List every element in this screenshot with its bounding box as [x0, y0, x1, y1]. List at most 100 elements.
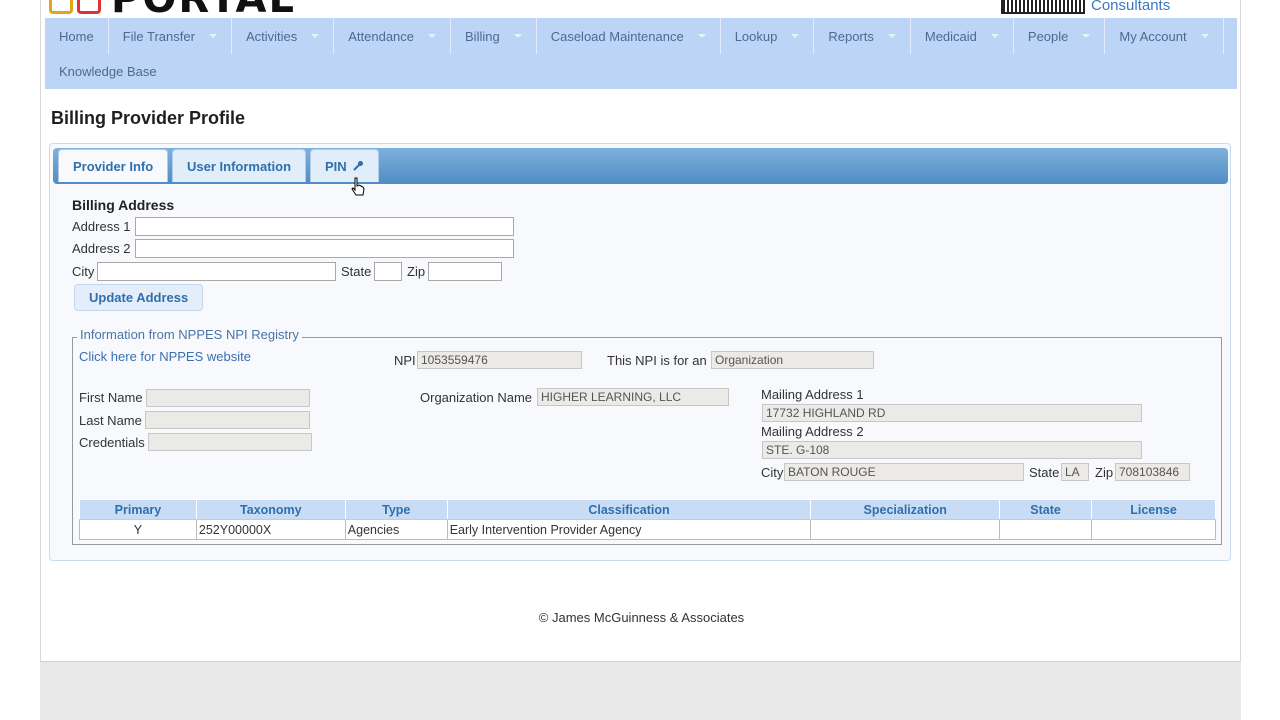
billing-address-heading: Billing Address [72, 197, 175, 213]
mailing-address1-label: Mailing Address 1 [761, 387, 864, 402]
table-header-row: Primary Taxonomy Type Classification Spe… [79, 499, 1216, 520]
first-name-field [146, 389, 310, 407]
column-header[interactable]: Primary [79, 499, 197, 520]
header: PORTAL Consultants [41, 0, 1242, 18]
nppes-legend: Information from NPPES NPI Registry [77, 327, 302, 342]
consultants-logo: Consultants [1001, 0, 1170, 14]
nav-item-label: Caseload Maintenance [550, 28, 684, 44]
last-name-field [145, 411, 310, 429]
hand-cursor-icon [351, 177, 365, 196]
nppes-website-link[interactable]: Click here for NPPES website [79, 349, 251, 364]
table-cell [999, 519, 1093, 540]
portal-logo[interactable]: PORTAL [49, 0, 296, 18]
city-input[interactable] [97, 262, 336, 281]
column-header[interactable]: Specialization [810, 499, 1001, 520]
mailing-city-field: BATON ROUGE [784, 463, 1024, 481]
nav-item-label: Activities [245, 28, 298, 44]
tab-user-information[interactable]: User Information [172, 149, 307, 182]
logo-text: PORTAL [111, 0, 296, 18]
caret-down-icon [513, 34, 522, 38]
nav-item-reports[interactable]: Reports [814, 18, 911, 54]
column-header[interactable]: Classification [446, 499, 812, 520]
table-cell: Y [79, 519, 197, 540]
mailing-zip-label: Zip [1095, 465, 1114, 480]
mailing-state-field: LA [1061, 463, 1089, 481]
tab-pin[interactable]: PIN [310, 149, 379, 182]
nav-item-label: Home [59, 28, 94, 44]
caret-down-icon [428, 34, 437, 38]
org-name-field: HIGHER LEARNING, LLC [537, 388, 729, 406]
mailing-zip-field: 708103846 [1115, 463, 1190, 481]
caret-down-icon [887, 34, 896, 38]
nav-item-label: Lookup [734, 28, 778, 44]
nav-item-file-transfer[interactable]: File Transfer [109, 18, 232, 54]
column-header[interactable]: Taxonomy [195, 499, 346, 520]
footer-copyright: © James McGuinness & Associates [538, 610, 745, 625]
nav-item-activities[interactable]: Activities [232, 18, 335, 54]
nav-item-label: My Account [1119, 28, 1187, 44]
tab-provider-info[interactable]: Provider Info [58, 149, 169, 182]
nav-item-lookup[interactable]: Lookup [721, 18, 815, 54]
mailing-address2-label: Mailing Address 2 [761, 424, 864, 439]
first-name-label: First Name [79, 390, 143, 405]
address1-label: Address 1 [72, 219, 131, 234]
nav-item-knowledge-base[interactable]: Knowledge Base [45, 54, 1237, 89]
mailing-address1-field: 17732 HIGHLAND RD [762, 404, 1142, 422]
column-header[interactable]: State [999, 499, 1093, 520]
nav-item-caseload-maintenance[interactable]: Caseload Maintenance [537, 18, 721, 54]
table-cell [810, 519, 1001, 540]
table-cell: 252Y00000X [195, 519, 346, 540]
nav-item-billing[interactable]: Billing [451, 18, 537, 54]
credentials-field [148, 433, 312, 451]
city-label: City [72, 264, 95, 279]
taxonomy-table: Primary Taxonomy Type Classification Spe… [79, 499, 1216, 540]
state-input[interactable] [374, 262, 402, 281]
caret-down-icon [791, 34, 800, 38]
address2-label: Address 2 [72, 241, 131, 256]
nav-item-home[interactable]: Home [45, 18, 109, 54]
address2-input[interactable] [135, 239, 514, 258]
mailing-state-label: State [1029, 465, 1060, 480]
nav-item-label: People [1027, 28, 1069, 44]
table-cell: Agencies [344, 519, 448, 540]
page-container: PORTAL Consultants Home File Transfer Ac… [40, 0, 1241, 662]
columns-icon [1001, 0, 1085, 14]
caret-down-icon [1200, 34, 1209, 38]
zip-label: Zip [407, 264, 426, 279]
state-label: State [341, 264, 372, 279]
nav-item-label: Billing [465, 28, 500, 44]
address1-input[interactable] [135, 217, 514, 236]
mailing-city-label: City [761, 465, 784, 480]
consultants-text: Consultants [1091, 0, 1171, 14]
table-row: Y 252Y00000X Agencies Early Intervention… [79, 519, 1216, 540]
nav-item-label: Knowledge Base [59, 64, 157, 79]
logo-mark-icon [49, 0, 73, 14]
update-address-button[interactable]: Update Address [74, 284, 204, 311]
npi-label: NPI [394, 353, 416, 368]
caret-down-icon [208, 34, 217, 38]
zip-input[interactable] [428, 262, 502, 281]
column-header[interactable]: License [1091, 499, 1216, 520]
npi-field: 1053559476 [417, 351, 582, 369]
column-header[interactable]: Type [344, 499, 448, 520]
right-margin [1241, 0, 1280, 720]
table-cell: Early Intervention Provider Agency [446, 519, 812, 540]
credentials-label: Credentials [79, 435, 145, 450]
tab-label: User Information [187, 158, 292, 174]
last-name-label: Last Name [79, 413, 142, 428]
nav-item-label: File Transfer [122, 28, 195, 44]
tab-label: Provider Info [73, 158, 154, 174]
nav-item-attendance[interactable]: Attendance [334, 18, 452, 54]
caret-down-icon [311, 34, 320, 38]
caret-down-icon [1082, 34, 1091, 38]
org-name-label: Organization Name [420, 390, 532, 405]
nav-item-people[interactable]: People [1014, 18, 1106, 54]
nav-item-my-account[interactable]: My Account [1105, 18, 1224, 54]
caret-down-icon [990, 34, 999, 38]
left-margin [0, 0, 40, 720]
caret-down-icon [697, 34, 706, 38]
mailing-address2-field: STE. G-108 [762, 441, 1142, 459]
key-icon [352, 161, 363, 171]
table-cell [1091, 519, 1216, 540]
nav-item-medicaid[interactable]: Medicaid [911, 18, 1014, 54]
